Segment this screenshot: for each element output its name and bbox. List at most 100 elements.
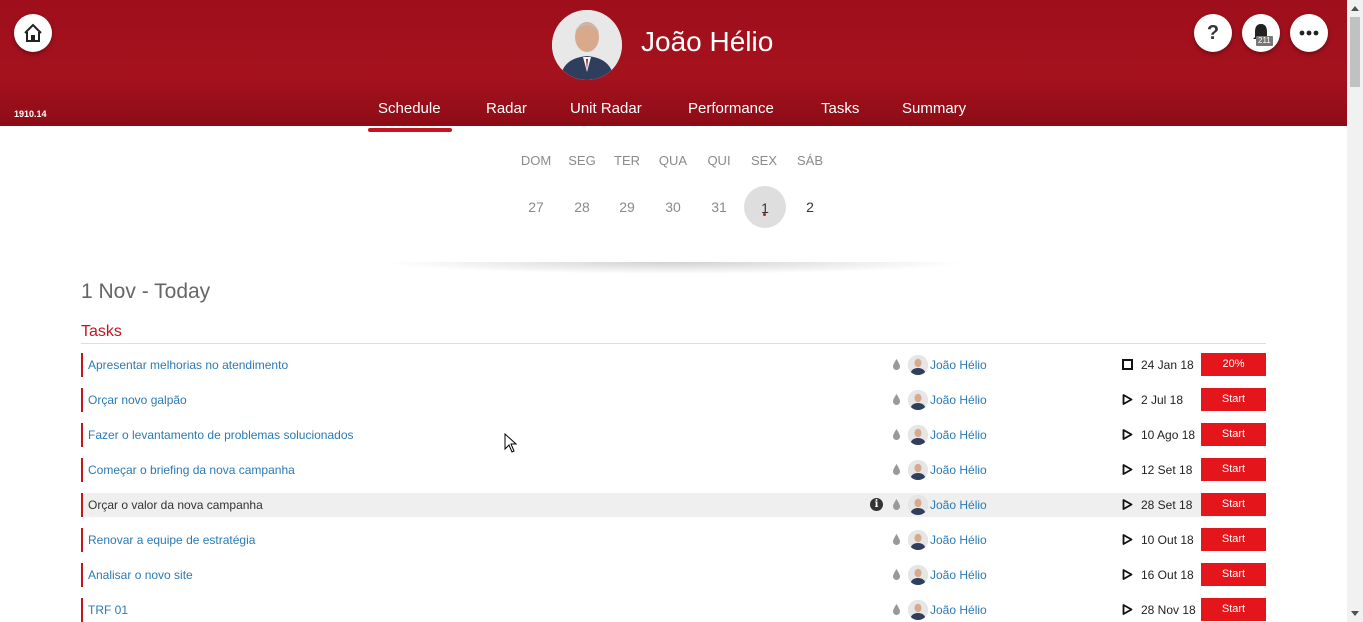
owner-name-link[interactable]: João Hélio <box>930 393 987 407</box>
calendar-date[interactable]: 27 <box>514 199 558 215</box>
tab-unit-radar[interactable]: Unit Radar <box>570 100 642 117</box>
weekday-label: SÁB <box>796 153 823 168</box>
scroll-down-icon[interactable] <box>1351 611 1359 616</box>
task-name-link[interactable]: TRF 01 <box>88 603 128 617</box>
tab-schedule[interactable]: Schedule <box>378 100 441 117</box>
task-row[interactable]: Começar o briefing da nova campanha João … <box>81 458 1266 482</box>
task-priority-bar <box>81 423 83 447</box>
section-divider <box>81 343 1266 344</box>
drop-icon <box>893 534 900 545</box>
section-title: Tasks <box>81 323 122 340</box>
task-row[interactable]: Renovar a equipe de estratégia João Hélio… <box>81 528 1266 552</box>
drop-icon <box>893 394 900 405</box>
start-button[interactable]: Start <box>1201 388 1266 411</box>
owner-name-link[interactable]: João Hélio <box>930 498 987 512</box>
owner-avatar[interactable] <box>908 460 928 480</box>
task-row[interactable]: TRF 01 João Hélio 28 Nov 18 Start <box>81 598 1266 622</box>
play-icon[interactable] <box>1122 534 1133 545</box>
task-name-link[interactable]: Começar o briefing da nova campanha <box>88 463 295 477</box>
owner-avatar[interactable] <box>908 390 928 410</box>
help-button[interactable]: ? <box>1194 14 1232 52</box>
calendar-date[interactable]: 28 <box>560 199 604 215</box>
owner-avatar[interactable] <box>908 565 928 585</box>
tab-tasks[interactable]: Tasks <box>821 100 859 117</box>
calendar-date[interactable]: 2 <box>788 199 832 215</box>
calendar-date[interactable]: 31 <box>697 199 741 215</box>
owner-avatar[interactable] <box>908 530 928 550</box>
calendar-date[interactable]: 29 <box>605 199 649 215</box>
start-button[interactable]: Start <box>1201 598 1266 621</box>
calendar-divider <box>380 262 970 274</box>
today-marker <box>763 213 766 216</box>
tab-summary[interactable]: Summary <box>902 100 966 117</box>
calendar-date[interactable]: 30 <box>651 199 695 215</box>
task-name-link[interactable]: Renovar a equipe de estratégia <box>88 533 255 547</box>
due-date: 12 Set 18 <box>1141 463 1193 477</box>
calendar-date-today[interactable]: 1 <box>744 186 786 228</box>
app-header: 1910.14 João Hélio ? 211 Schedule Radar … <box>0 0 1347 126</box>
owner-name-link[interactable]: João Hélio <box>930 568 987 582</box>
drop-icon <box>893 464 900 475</box>
owner-name-link[interactable]: João Hélio <box>930 603 987 617</box>
task-priority-bar <box>81 528 83 552</box>
owner-name-link[interactable]: João Hélio <box>930 533 987 547</box>
play-icon[interactable] <box>1122 429 1133 440</box>
task-row[interactable]: Analisar o novo site João Hélio 16 Out 18 S… <box>81 563 1266 587</box>
task-priority-bar <box>81 563 83 587</box>
info-icon[interactable]: i <box>870 498 883 511</box>
start-button[interactable]: Start <box>1201 493 1266 516</box>
avatar[interactable] <box>552 10 622 80</box>
due-date: 2 Jul 18 <box>1141 393 1184 407</box>
weekday-label: SEX <box>750 153 777 168</box>
task-name-link[interactable]: Fazer o levantamento de problemas soluci… <box>88 428 354 442</box>
owner-name-link[interactable]: João Hélio <box>930 428 987 442</box>
scroll-thumb[interactable] <box>1350 17 1360 87</box>
task-row[interactable]: Fazer o levantamento de problemas soluci… <box>81 423 1266 447</box>
play-icon[interactable] <box>1122 569 1133 580</box>
notifications-button[interactable]: 211 <box>1242 14 1280 52</box>
home-icon <box>24 23 42 42</box>
weekday-label: QUA <box>658 153 688 168</box>
drop-icon <box>893 604 900 615</box>
more-icon <box>1299 30 1319 36</box>
play-icon[interactable] <box>1122 604 1133 615</box>
due-date: 10 Out 18 <box>1141 533 1194 547</box>
owner-avatar[interactable] <box>908 355 928 375</box>
task-row[interactable]: Orçar o valor da nova campanha i João Héli… <box>81 493 1266 517</box>
owner-avatar[interactable] <box>908 600 928 620</box>
owner-avatar[interactable] <box>908 495 928 515</box>
scroll-up-icon[interactable] <box>1351 6 1359 11</box>
start-button[interactable]: Start <box>1201 458 1266 481</box>
square-icon[interactable] <box>1122 359 1133 370</box>
task-row[interactable]: Apresentar melhorias no atendimento João … <box>81 353 1266 377</box>
task-row[interactable]: Orçar novo galpão João Hélio 2 Jul 18 Start <box>81 388 1266 412</box>
task-name-link[interactable]: Orçar novo galpão <box>88 393 187 407</box>
home-button[interactable] <box>14 14 52 52</box>
play-icon[interactable] <box>1122 464 1133 475</box>
task-priority-bar <box>81 458 83 482</box>
task-priority-bar <box>81 598 83 622</box>
due-date: 28 Nov 18 <box>1141 603 1196 617</box>
start-button[interactable]: Start <box>1201 423 1266 446</box>
date-heading: 1 Nov - Today <box>81 280 211 303</box>
drop-icon <box>893 359 900 370</box>
main-nav: Schedule Radar Unit Radar Performance Ta… <box>0 100 1347 126</box>
owner-name-link[interactable]: João Hélio <box>930 358 987 372</box>
tab-radar[interactable]: Radar <box>486 100 527 117</box>
task-name-link[interactable]: Analisar o novo site <box>88 568 193 582</box>
due-date: 24 Jan 18 <box>1141 358 1194 372</box>
task-name-link[interactable]: Apresentar melhorias no atendimento <box>88 358 288 372</box>
play-icon[interactable] <box>1122 394 1133 405</box>
scrollbar[interactable] <box>1347 0 1363 622</box>
tab-performance[interactable]: Performance <box>688 100 774 117</box>
start-button[interactable]: Start <box>1201 528 1266 551</box>
task-priority-bar <box>81 493 83 517</box>
drop-icon <box>893 499 900 510</box>
owner-name-link[interactable]: João Hélio <box>930 463 987 477</box>
more-button[interactable] <box>1290 14 1328 52</box>
progress-button[interactable]: 20% <box>1201 353 1266 376</box>
task-name-link[interactable]: Orçar o valor da nova campanha <box>88 498 263 512</box>
start-button[interactable]: Start <box>1201 563 1266 586</box>
play-icon[interactable] <box>1122 499 1133 510</box>
owner-avatar[interactable] <box>908 425 928 445</box>
